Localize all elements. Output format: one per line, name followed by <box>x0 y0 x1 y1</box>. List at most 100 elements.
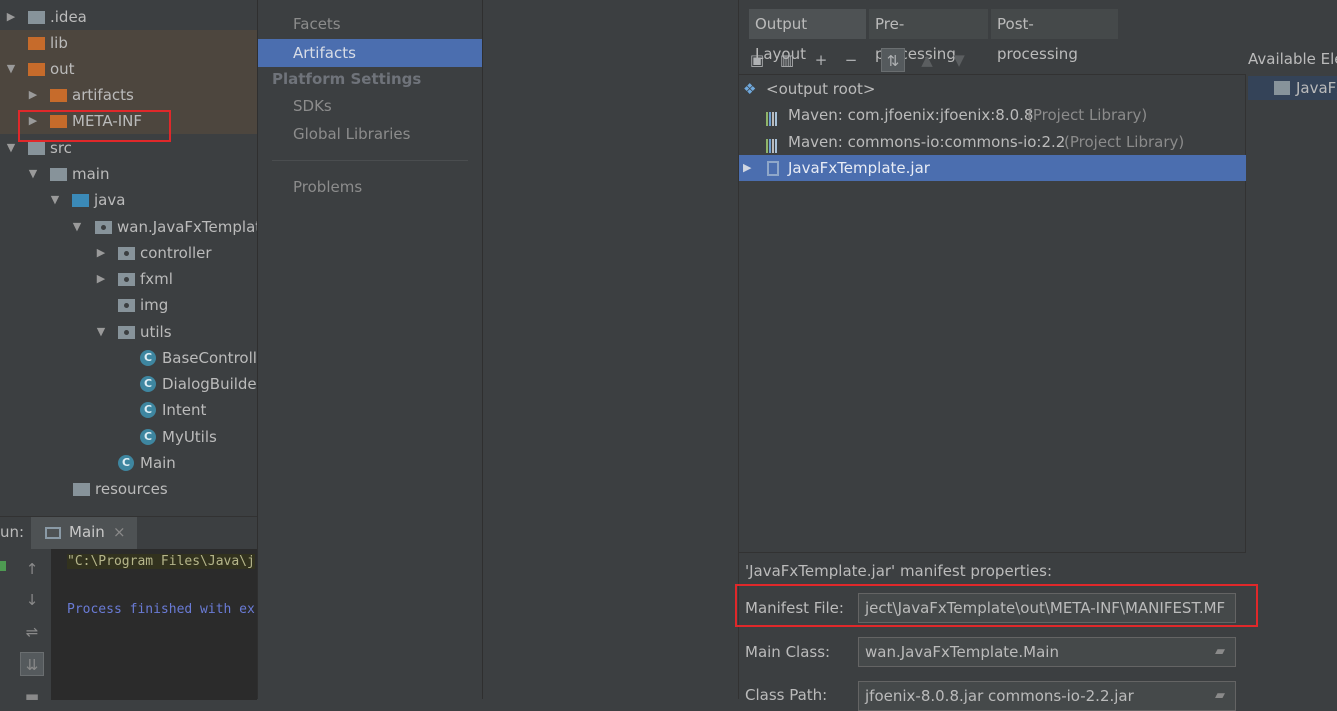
tree-item-java[interactable]: ▼ java <box>0 187 257 213</box>
sort-icon[interactable]: ⇅ <box>881 48 905 72</box>
available-element-label: JavaFx <box>1296 79 1337 97</box>
collapse-arrow-icon[interactable]: ▼ <box>4 135 18 161</box>
class-icon: C <box>140 429 156 445</box>
tab-post-processing[interactable]: Post-processing <box>991 9 1119 63</box>
remove-button[interactable]: − <box>839 48 863 72</box>
folder-icon <box>1274 81 1290 95</box>
class-path-field[interactable]: jfoenix-8.0.8.jar commons-io-2.2.jar ▰ <box>858 681 1236 711</box>
collapse-arrow-icon[interactable]: ▼ <box>48 187 62 213</box>
class-path-label: Class Path: <box>745 686 828 704</box>
tree-item-label: img <box>140 296 169 314</box>
tree-item-fxml[interactable]: ▶ fxml <box>0 266 257 292</box>
tree-item-idea[interactable]: ▶ .idea <box>0 4 257 30</box>
tab-output-layout[interactable]: Output Layout <box>749 9 867 63</box>
nav-item-artifacts[interactable]: Artifacts <box>258 39 483 67</box>
tree-item-out[interactable]: ▼ out <box>0 56 257 82</box>
tree-item-myutils[interactable]: C MyUtils <box>0 424 257 450</box>
create-archive-icon[interactable]: ▥ <box>775 48 799 72</box>
expand-arrow-icon[interactable]: ▶ <box>26 82 40 108</box>
collapse-arrow-icon[interactable]: ▼ <box>4 56 18 82</box>
expand-arrow-icon[interactable]: ▶ <box>4 4 18 30</box>
available-elements-header: Available Ele <box>1248 50 1337 68</box>
run-label: un: <box>0 523 25 541</box>
nav-item-sdks[interactable]: SDKs <box>258 92 483 120</box>
scroll-to-end-icon[interactable]: ⇊ <box>20 652 44 676</box>
folder-icon <box>50 168 67 181</box>
folder-open-icon[interactable]: ▰ <box>1211 644 1229 659</box>
collapse-arrow-icon[interactable]: ▼ <box>70 214 84 240</box>
output-root-icon: ❖ <box>743 80 757 98</box>
folder-icon <box>28 63 45 76</box>
project-tree: ▶ .idea lib ▼ out ▶ artifacts ▶ META-INF… <box>0 0 257 516</box>
tree-item-library-commons-io[interactable]: Maven: commons-io:commons-io:2.2 (Projec… <box>739 129 1246 155</box>
expand-arrow-icon[interactable]: ▶ <box>94 240 108 266</box>
run-tab-label: Main <box>69 523 105 541</box>
soft-wrap-icon[interactable]: ⇌ <box>20 620 44 644</box>
available-element-item[interactable]: JavaFx <box>1248 76 1337 100</box>
highlight-box-meta-inf <box>18 110 171 142</box>
package-icon <box>118 326 135 339</box>
tree-item-resources[interactable]: resources <box>0 476 257 502</box>
package-icon <box>118 299 135 312</box>
tree-item-basecontroller[interactable]: C BaseControlle <box>0 345 257 371</box>
folder-icon <box>50 89 67 102</box>
expand-arrow-icon[interactable]: ▶ <box>743 155 751 181</box>
tree-item-main-class[interactable]: C Main <box>0 450 257 476</box>
collapse-arrow-icon[interactable]: ▼ <box>94 319 108 345</box>
tree-item-label: Main <box>140 454 176 472</box>
artifact-list-panel <box>482 0 738 699</box>
tree-item-output-root[interactable]: ❖ <output root> <box>739 76 1246 102</box>
run-panel: un: Main × ↑ ↓ ⇌ ⇊ ▬ "C:\Program Files\J… <box>0 516 257 705</box>
package-icon <box>95 221 112 234</box>
tree-item-lib[interactable]: lib <box>0 30 257 56</box>
class-icon: C <box>140 350 156 366</box>
tree-item-label: utils <box>140 323 172 341</box>
library-icon <box>766 135 782 153</box>
nav-section-platform-settings: Platform Settings <box>272 70 422 88</box>
project-structure-nav: Facets Artifacts Platform Settings SDKs … <box>257 0 483 699</box>
nav-item-problems[interactable]: Problems <box>258 173 483 201</box>
source-folder-icon <box>72 194 89 207</box>
manifest-divider <box>739 552 1246 553</box>
library-scope: (Project Library) <box>1064 133 1185 151</box>
print-icon[interactable]: ▬ <box>20 684 44 708</box>
nav-divider <box>272 160 468 161</box>
close-icon[interactable]: × <box>113 523 126 541</box>
tree-item-main[interactable]: ▼ main <box>0 161 257 187</box>
highlight-box-manifest-file <box>735 584 1258 627</box>
tree-item-label: DialogBuilder <box>162 375 257 393</box>
tree-item-dialogbuilder[interactable]: C DialogBuilder <box>0 371 257 397</box>
add-button[interactable]: + <box>809 48 833 72</box>
arrow-up-icon[interactable]: ↑ <box>20 557 44 581</box>
run-console[interactable]: "C:\Program Files\Java\j Process finishe… <box>51 549 257 700</box>
tree-item-label: controller <box>140 244 212 262</box>
tree-item-intent[interactable]: C Intent <box>0 397 257 423</box>
move-up-icon[interactable]: ▲ <box>915 48 939 72</box>
tree-item-controller[interactable]: ▶ controller <box>0 240 257 266</box>
collapse-arrow-icon[interactable]: ▼ <box>26 161 40 187</box>
tree-item-artifacts[interactable]: ▶ artifacts <box>0 82 257 108</box>
nav-item-facets[interactable]: Facets <box>258 10 483 38</box>
run-tabbar: un: Main × <box>0 517 257 549</box>
run-tab-main[interactable]: Main × <box>31 517 137 549</box>
create-directory-icon[interactable]: ▣ <box>745 48 769 72</box>
expand-arrow-icon[interactable]: ▶ <box>94 266 108 292</box>
arrow-down-icon[interactable]: ↓ <box>20 588 44 612</box>
tree-item-label: out <box>50 60 75 78</box>
move-down-icon[interactable]: ▼ <box>947 48 971 72</box>
run-indicator-icon <box>0 561 6 571</box>
output-root-label: <output root> <box>766 80 876 98</box>
console-line-exit: Process finished with ex <box>67 602 255 617</box>
library-name: Maven: commons-io:commons-io:2.2 <box>788 133 1066 151</box>
tree-item-label: wan.JavaFxTemplat <box>117 218 257 236</box>
main-class-field[interactable]: wan.JavaFxTemplate.Main ▰ <box>858 637 1236 667</box>
tree-item-img[interactable]: img <box>0 292 257 318</box>
nav-item-global-libraries[interactable]: Global Libraries <box>258 120 483 148</box>
folder-icon <box>28 142 45 155</box>
tree-item-jar[interactable]: ▶ JavaFxTemplate.jar <box>739 155 1246 181</box>
tree-item-library-jfoenix[interactable]: Maven: com.jfoenix:jfoenix:8.0.8 (Projec… <box>739 102 1246 128</box>
tree-item-utils[interactable]: ▼ utils <box>0 319 257 345</box>
tree-item-package[interactable]: ▼ wan.JavaFxTemplat <box>0 214 257 240</box>
tab-pre-processing[interactable]: Pre-processing <box>869 9 989 63</box>
folder-open-icon[interactable]: ▰ <box>1211 688 1229 703</box>
